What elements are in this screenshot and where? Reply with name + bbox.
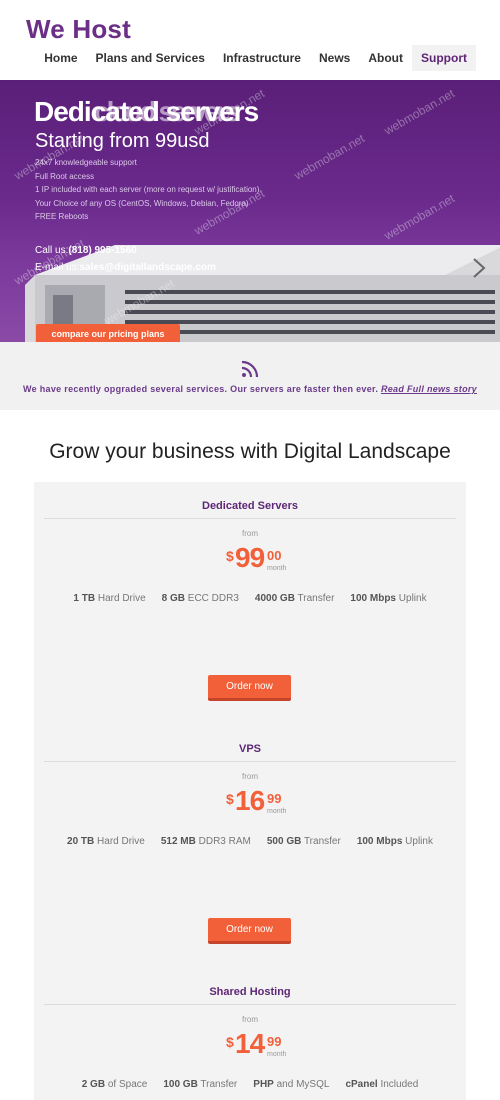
hero-feature: Full Root access <box>35 171 95 181</box>
chevron-right-icon[interactable] <box>466 256 490 280</box>
nav-item-home[interactable]: Home <box>35 45 86 71</box>
read-news-link[interactable]: Read Full news story <box>381 384 477 394</box>
spec-item: 4000 GB Transfer <box>254 593 335 604</box>
plan-specs: 1 TB Hard Drive 8 GB ECC DDR3 4000 GB Tr… <box>34 593 466 604</box>
main-nav: Home Plans and Services Infrastructure N… <box>35 45 476 71</box>
plan-specs: 20 TB Hard Drive 512 MB DDR3 RAM 500 GB … <box>34 836 466 847</box>
plan-title: Shared Hosting <box>209 986 291 998</box>
spec-item: 512 MB DDR3 RAM <box>160 836 251 847</box>
plan-specs: 2 GB of Space 100 GB Transfer PHP and My… <box>34 1079 466 1090</box>
spec-item: cPanel Included <box>345 1079 419 1090</box>
nav-item-plans[interactable]: Plans and Services <box>87 45 214 71</box>
price-from-label: from <box>242 1015 258 1024</box>
hero-feature: 24x7 knowledgeable support <box>35 158 137 167</box>
section-headline: Grow your business with Digital Landscap… <box>49 440 451 463</box>
nav-item-about[interactable]: About <box>359 45 412 71</box>
divider <box>44 1004 456 1005</box>
site-header: We Host Home Plans and Services Infrastr… <box>0 0 500 80</box>
rss-icon[interactable] <box>241 360 259 378</box>
spec-item: 1 TB Hard Drive <box>73 593 146 604</box>
plan-title: VPS <box>238 743 261 755</box>
spec-item: 100 Mbps Uplink <box>350 593 427 604</box>
news-text: We have recently opgraded several servic… <box>23 384 477 394</box>
price-from-label: from <box>242 529 258 538</box>
spec-item: 8 GB ECC DDR3 <box>161 593 239 604</box>
email-address[interactable]: sales@digitallandscape.com <box>79 262 215 273</box>
divider <box>44 518 456 519</box>
divider <box>44 761 456 762</box>
spec-item: 100 GB Transfer <box>163 1079 238 1090</box>
nav-item-support[interactable]: Support <box>412 45 476 71</box>
order-now-button[interactable]: Order now <box>208 918 291 944</box>
spec-item: PHP and MySQL <box>253 1079 330 1090</box>
spec-item: 500 GB Transfer <box>266 836 341 847</box>
pricing-section: Dedicated Servers from $ 99 00 month 1 T… <box>34 482 466 1100</box>
spec-item: 20 TB Hard Drive <box>67 836 145 847</box>
nav-item-infrastructure[interactable]: Infrastructure <box>214 45 310 71</box>
spec-item: 100 Mbps Uplink <box>356 836 433 847</box>
watermark-text: webmoban.net <box>381 191 457 243</box>
watermark-text: webmoban.net <box>381 86 457 138</box>
spec-item: 2 GB of Space <box>81 1079 148 1090</box>
site-logo[interactable]: We Host <box>26 14 131 45</box>
price-from-label: from <box>242 772 258 781</box>
nav-item-news[interactable]: News <box>310 45 359 71</box>
hero-slider: Dedicated servers cloud servers Starting… <box>0 80 500 342</box>
order-now-button[interactable]: Order now <box>208 675 291 701</box>
hero-feature: 1 IP included with each server (more on … <box>35 185 260 195</box>
news-bar: We have recently opgraded several servic… <box>0 342 500 410</box>
watermark-text: webmoban.net <box>291 131 367 183</box>
plan-title: Dedicated Servers <box>202 500 298 512</box>
